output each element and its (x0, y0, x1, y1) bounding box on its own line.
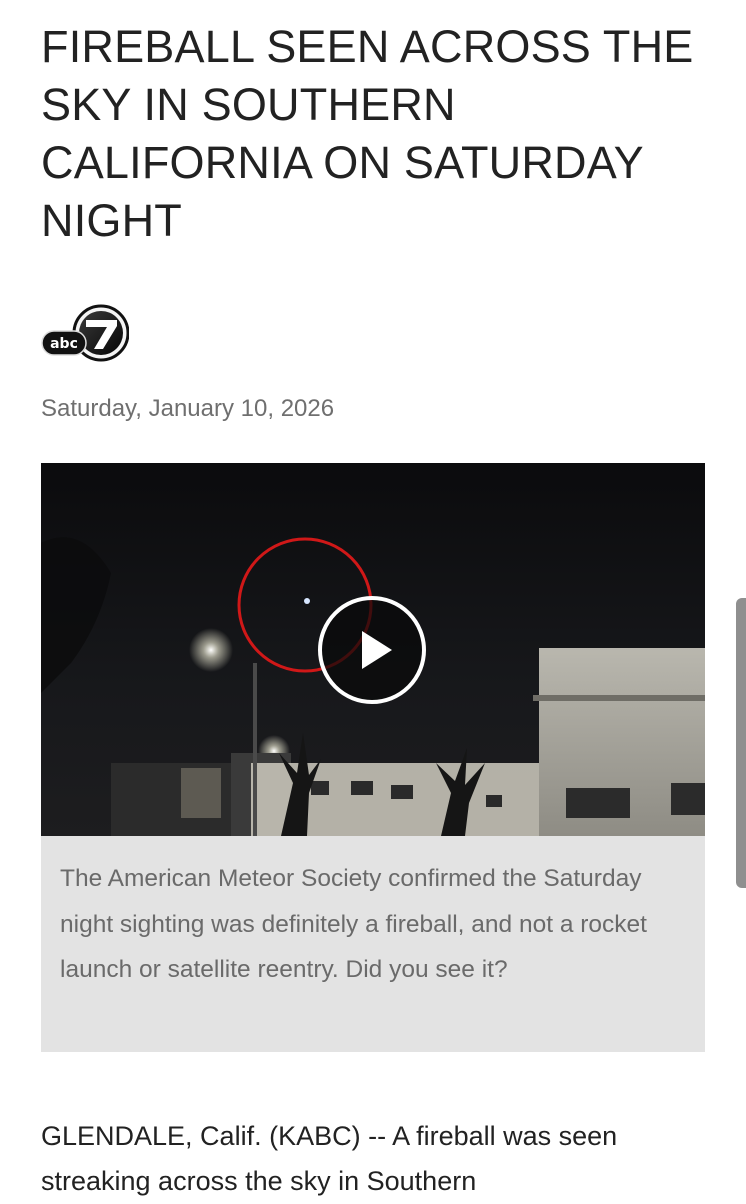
abc7-logo: abc (41, 304, 130, 364)
article-date: Saturday, January 10, 2026 (41, 395, 335, 422)
abc7-logo-icon: abc (41, 304, 130, 362)
page-scrollbar[interactable] (736, 598, 746, 888)
video-player[interactable] (41, 463, 705, 836)
play-button[interactable] (318, 596, 426, 704)
article-headline: FIREBALL SEEN ACROSS THE SKY IN SOUTHERN… (41, 21, 694, 246)
video-caption: The American Meteor Society confirmed th… (41, 836, 705, 1052)
svg-text:abc: abc (50, 336, 78, 352)
play-icon (362, 631, 392, 669)
article-body-paragraph: GLENDALE, Calif. (KABC) -- A fireball wa… (41, 1121, 618, 1196)
